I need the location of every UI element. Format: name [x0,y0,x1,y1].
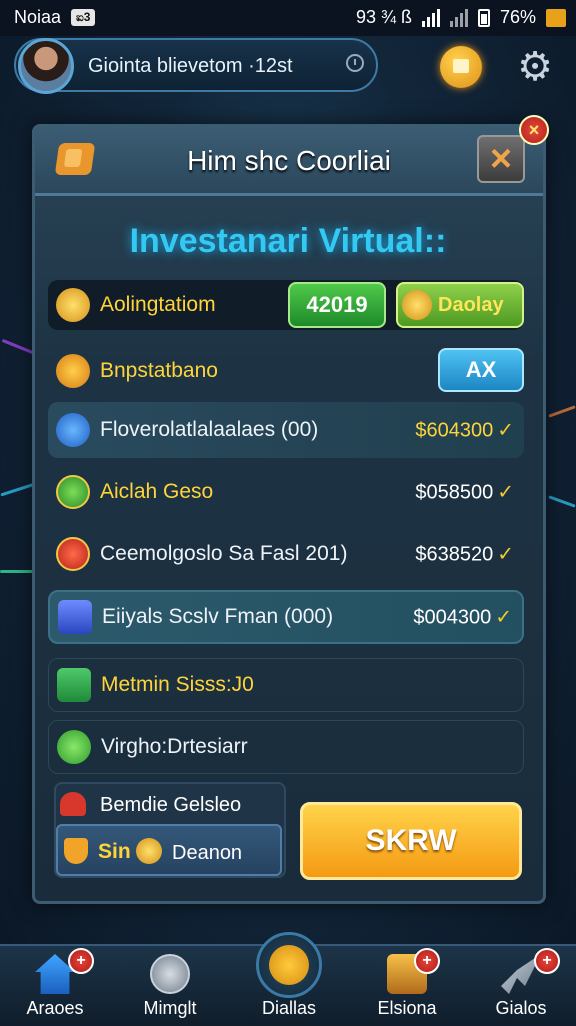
nav-item-rocket[interactable]: + Gialos [466,946,576,1026]
shield-icon [64,838,88,864]
nav-badge: + [68,948,94,974]
status-text: 93 ¾ ß [355,7,412,27]
bonus-bottom-label-left: Sin [98,840,131,863]
list-item[interactable]: Eiiyals Scslv Fman (000) $004300 ✓ [48,590,524,644]
profile-pill[interactable]: Giointa blievetom ·12st [14,38,378,94]
blue-rocket-icon [56,413,90,447]
row-label: Aiclah Geso [100,480,214,503]
heart-icon [60,792,86,816]
nav-badge: + [414,948,440,974]
coin-icon [136,838,162,864]
profile-name: Giointa blievetom ·12st [88,55,293,77]
list-item[interactable]: Virgho:Drtesiarr [48,720,524,774]
close-button[interactable]: × [477,135,525,183]
coin-icon [402,290,432,320]
gold-coin-icon [56,288,90,322]
list-item[interactable]: Floverolatlalaalaes (00) $604300 ✓ [48,402,524,458]
gear-icon[interactable]: ⚙ [514,46,556,88]
count-button[interactable]: 42019 [288,282,386,328]
row-value-text: $058500 [415,481,494,504]
row-label: Ceemolgoslo Sa Fasl 201) [100,542,348,565]
ax-button[interactable]: AX [438,348,524,392]
nav-label: Araoes [26,998,84,1018]
bottom-nav: + Araoes Mimglt Diallas + Elsiona + Gial… [0,932,576,1026]
row-value-text: $004300 [413,606,492,629]
green-tag-icon [57,730,91,764]
row-label: Aolingtatiom [100,293,216,316]
bg-streak [548,495,576,508]
row-value: $004300 ✓ [413,605,512,630]
status-bar: Noiaa ಐ3 93 ¾ ß 76% [0,0,576,36]
row-value-text: $638520 [415,543,494,566]
compass-icon [150,954,190,994]
nav-item-home[interactable]: + Araoes [0,946,110,1026]
close-badge-icon[interactable]: × [519,115,549,145]
row-label: Metmin Sisss:J0 [101,673,254,696]
battery-icon [477,8,490,27]
nav-label: Gialos [495,998,547,1018]
carrier-name: Noiaa [14,7,62,27]
panel-title: Him shc Coorliai [187,145,391,176]
list-item[interactable]: Ceemolgoslo Sa Fasl 201) $638520 ✓ [48,526,524,582]
nav-item-chest[interactable]: + Elsiona [352,946,462,1026]
dollar-coin-icon [56,354,90,388]
battery-percent: 76% [499,7,536,27]
panel-header: Him shc Coorliai × [35,127,543,196]
row-value: $638520 ✓ [415,542,514,567]
action-button[interactable]: SKRW [300,802,522,880]
row-label: Floverolatlalaalaes (00) [100,418,319,441]
row-label: Bnpstatbano [100,359,218,382]
list-item[interactable]: Metmin Sisss:J0 [48,658,524,712]
panel-subtitle: Investanari Virtual:: [129,222,447,260]
row-value: $604300 ✓ [415,418,514,443]
row-label: Virgho:Drtesiarr [101,735,248,758]
bg-streak [0,482,36,497]
bonus-bottom[interactable]: Sin Deanon [56,824,282,876]
green-gem-icon [56,475,90,509]
blue-cube-icon [58,600,92,634]
row-value: $058500 ✓ [415,480,514,505]
red-gem-icon [56,537,90,571]
check-icon: ✓ [497,543,514,566]
chart-icon [57,668,91,702]
chat-button[interactable] [440,46,482,88]
check-icon: ✓ [497,481,514,504]
list-item[interactable]: Aiclah Geso $058500 ✓ [48,464,524,520]
sim-chip: ಐ3 [71,9,96,26]
wifi-signal-icon [449,8,468,27]
signal-icon [421,8,440,27]
nav-badge: + [534,948,560,974]
daily-button[interactable]: Daolay [396,282,524,328]
check-icon: ✓ [495,606,512,629]
bg-streak [548,405,576,418]
row-label: Eiiyals Scslv Fman (000) [102,605,334,628]
nav-item-compass[interactable]: Mimglt [115,946,225,1026]
nav-label: Mimglt [143,998,197,1018]
bonus-top[interactable]: Bemdie Gelsleo [54,782,286,828]
nav-label: Diallas [261,998,317,1018]
bonus-bottom-label-right: Deanon [172,842,243,864]
gold-disc-icon [256,932,322,998]
bonus-top-label: Bemdie Gelsleo [100,794,242,816]
clock-icon [346,54,364,72]
nav-item-center[interactable]: Diallas [234,932,344,1026]
avatar[interactable] [18,38,74,94]
check-icon: ✓ [497,419,514,442]
daily-button-label: Daolay [438,294,504,316]
notification-icon [546,8,566,27]
row-value-text: $604300 [415,419,494,442]
nav-label: Elsiona [377,998,437,1018]
